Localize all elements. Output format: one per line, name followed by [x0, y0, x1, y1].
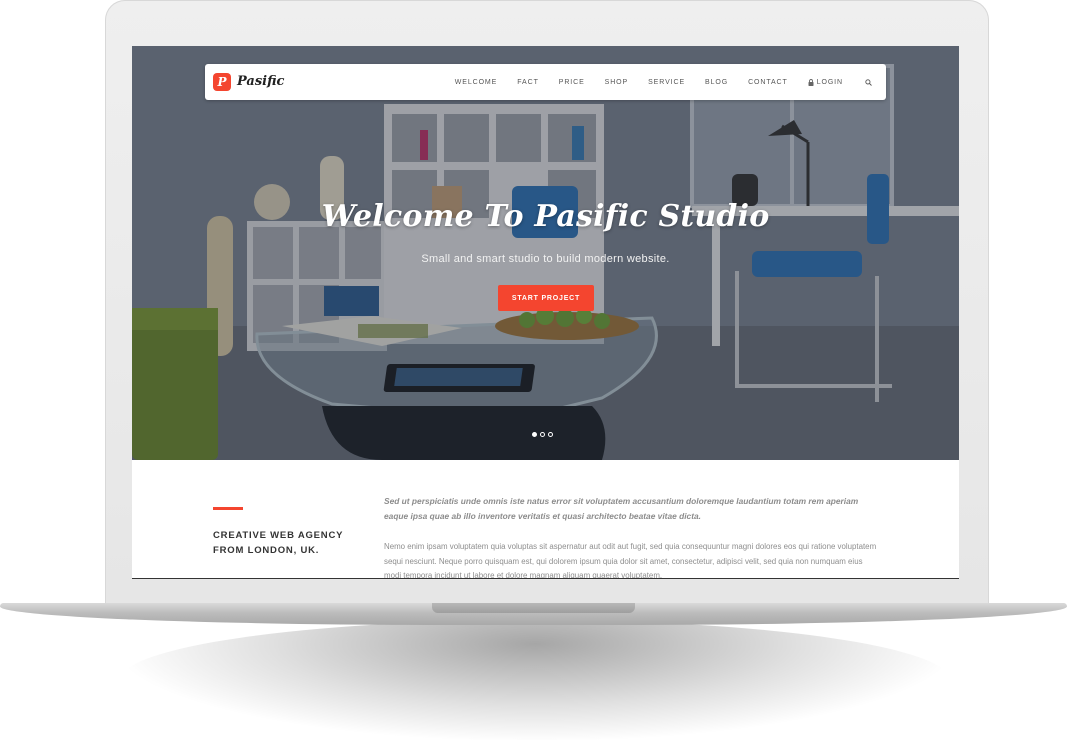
logo-text[interactable]: Pasific	[237, 73, 284, 91]
body-paragraph: Nemo enim ipsam voluptatem quia voluptas…	[384, 542, 877, 579]
search-icon	[865, 78, 872, 86]
nav-item-price[interactable]: PRICE	[559, 79, 585, 86]
nav-item-fact[interactable]: FACT	[517, 79, 539, 86]
laptop-screen: P Pasific WELCOME FACT PRICE SHOP SERVIC…	[132, 46, 959, 579]
lock-icon	[808, 78, 814, 86]
laptop-notch	[432, 603, 635, 613]
slider-dots	[532, 432, 556, 437]
lead-paragraph: Sed ut perspiciatis unde omnis iste natu…	[384, 496, 859, 521]
start-project-button[interactable]: START PROJECT	[498, 285, 594, 311]
about-section: CREATIVE WEB AGENCY FROM LONDON, UK. Sed…	[132, 460, 959, 578]
slider-dot-2[interactable]	[540, 432, 545, 437]
logo-icon[interactable]: P	[213, 73, 231, 91]
nav-item-contact[interactable]: CONTACT	[748, 79, 788, 86]
laptop-shadow	[120, 620, 950, 740]
main-navbar: P Pasific WELCOME FACT PRICE SHOP SERVIC…	[205, 64, 886, 100]
nav-item-service[interactable]: SERVICE	[648, 79, 685, 86]
slider-dot-1[interactable]	[532, 432, 537, 437]
nav-item-shop[interactable]: SHOP	[605, 79, 628, 86]
nav-item-login-label: LOGIN	[816, 78, 843, 86]
agency-heading: CREATIVE WEB AGENCY FROM LONDON, UK.	[213, 530, 344, 556]
slider-dot-3[interactable]	[548, 432, 553, 437]
accent-bar	[213, 507, 243, 510]
hero-section: P Pasific WELCOME FACT PRICE SHOP SERVIC…	[132, 46, 959, 460]
nav-item-blog[interactable]: BLOG	[705, 79, 728, 86]
nav-item-welcome[interactable]: WELCOME	[455, 79, 497, 86]
nav-menu: WELCOME FACT PRICE SHOP SERVICE BLOG CON…	[435, 64, 872, 100]
search-button[interactable]	[865, 78, 872, 86]
hero-subtitle: Small and smart studio to build modern w…	[421, 253, 670, 265]
hero-title: Welcome To Pasific Studio	[321, 199, 770, 234]
nav-item-login[interactable]: LOGIN	[808, 79, 843, 86]
